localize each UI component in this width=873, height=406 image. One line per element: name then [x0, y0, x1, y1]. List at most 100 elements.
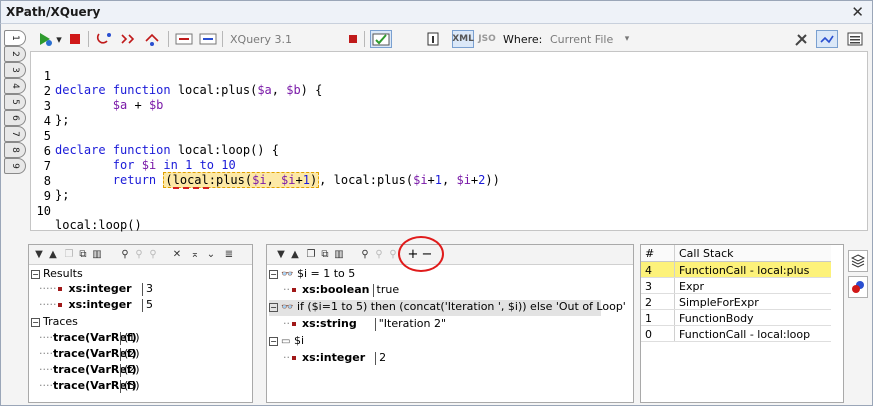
table-row[interactable]: 4 FunctionCall - local:plus [641, 262, 831, 278]
code-line: 4 [31, 100, 60, 128]
table-row[interactable]: 0 FunctionCall - local:loop [641, 326, 831, 342]
tree-group-results[interactable]: − Results [31, 267, 83, 283]
expand-icon[interactable]: ⌄ [205, 249, 217, 261]
list-item-value: (3) [117, 379, 140, 395]
tab-4[interactable]: 4 [4, 78, 26, 94]
tab-label: 4 [9, 83, 20, 89]
item-type: xs:integer [68, 282, 132, 295]
list-item[interactable]: ····· xs:integer [39, 298, 132, 314]
results-toolbar: ▼ ▲ ❐ ⧉ ▥ ⚲ ⚲ ⚲ ✕ ⌅ ⌄ ≣ [29, 245, 252, 265]
watch-expr-text: if ($i=1 to 5) then (concat('Iteration '… [296, 300, 626, 313]
table-header: # Call Stack [641, 245, 831, 262]
tab-5[interactable]: 5 [4, 94, 26, 110]
code-line: 6 for $i in 1 to 10 [31, 130, 236, 172]
item-value: (3) [124, 379, 140, 392]
tab-9[interactable]: 9 [4, 158, 26, 174]
breakpoints-icon[interactable] [848, 276, 868, 298]
tab-3[interactable]: 3 [4, 62, 26, 78]
language-dropdown-icon[interactable] [348, 30, 358, 48]
code-line: 8 }; [31, 160, 70, 202]
main-toolbar: ▾ XQuery 3.1 XML JSO Where: Current File… [30, 27, 870, 51]
code-line: 9 [31, 175, 60, 203]
text-view-icon[interactable] [426, 30, 440, 48]
tools-icon[interactable] [792, 30, 812, 48]
wrap-icon[interactable]: ≣ [223, 249, 235, 261]
arrow-down-icon[interactable]: ▼ [275, 249, 287, 261]
copy-all-icon[interactable]: ⧉ [77, 249, 89, 261]
clear-icon[interactable]: ✕ [171, 249, 183, 261]
copy-icon[interactable]: ❐ [305, 249, 317, 261]
watch-expression[interactable]: − ▭ $i [269, 334, 304, 350]
xml-toggle[interactable]: XML [452, 30, 474, 48]
table-row[interactable]: 3 Expr [641, 278, 831, 294]
row-num: 4 [645, 264, 652, 277]
arrow-up-icon[interactable]: ▲ [47, 249, 59, 261]
tab-label: 6 [9, 115, 20, 121]
tab-label: 3 [9, 67, 20, 73]
row-name: FunctionBody [679, 312, 754, 325]
stop-icon[interactable] [68, 30, 82, 48]
tree-group-traces[interactable]: − Traces [31, 315, 78, 331]
collapse-icon[interactable]: ⌅ [189, 249, 201, 261]
tracepoint-icon[interactable] [198, 30, 218, 48]
where-dropdown-icon[interactable]: ▾ [622, 30, 632, 48]
grid-icon[interactable]: ▥ [333, 249, 345, 261]
tab-2[interactable]: 2 [4, 46, 26, 62]
find-icon[interactable]: ⚲ [119, 249, 131, 261]
find-icon[interactable]: ⚲ [359, 249, 371, 261]
close-icon[interactable]: ✕ [851, 3, 864, 21]
arrow-up-icon[interactable]: ▲ [289, 249, 301, 261]
item-value: "Iteration 2" [378, 317, 447, 330]
list-item-value: 5 [139, 298, 153, 314]
where-select[interactable]: Current File [550, 33, 613, 46]
item-type: xs:boolean [302, 283, 370, 296]
row-name: FunctionCall - local:plus [679, 264, 810, 277]
step-into-icon[interactable] [94, 30, 114, 48]
arrow-down-icon[interactable]: ▼ [33, 249, 45, 261]
copy-all-icon[interactable]: ⧉ [319, 249, 331, 261]
column-header-callstack: Call Stack [679, 247, 734, 260]
tab-8[interactable]: 8 [4, 142, 26, 158]
watch-expression[interactable]: − 👓 $i = 1 to 5 [269, 267, 355, 283]
tab-1[interactable]: 1 [4, 30, 26, 46]
find-next-icon[interactable]: ⚲ [133, 249, 145, 261]
watch-expression[interactable]: − 👓 if ($i=1 to 5) then (concat('Iteratio… [269, 300, 626, 316]
copy-icon[interactable]: ❐ [63, 249, 75, 261]
step-over-icon[interactable] [118, 30, 138, 48]
code-line: 2 $a + $b [31, 70, 164, 112]
row-num: 2 [645, 296, 652, 309]
list-item-value: (2) [117, 347, 140, 363]
table-row[interactable]: 1 FunctionBody [641, 310, 831, 326]
table-row[interactable]: 2 SimpleForExpr [641, 294, 831, 310]
options-icon[interactable] [846, 30, 864, 48]
side-toolbar [846, 244, 870, 403]
list-item-value: (1) [117, 331, 140, 347]
tab-label: 2 [9, 51, 20, 57]
list-item[interactable]: ····· xs:integer [39, 282, 132, 298]
annotation-circle [398, 236, 444, 272]
debug-run-icon[interactable] [36, 30, 54, 48]
debugger-toggle-icon[interactable] [816, 30, 838, 48]
find-prev-icon[interactable]: ⚲ [147, 249, 159, 261]
item-value: true [376, 283, 400, 296]
toggle-output-icon[interactable] [370, 30, 392, 48]
callstack-panel: # Call Stack 4 FunctionCall - local:plus … [640, 244, 844, 403]
find-next-icon[interactable]: ⚲ [373, 249, 385, 261]
layers-icon[interactable] [848, 250, 868, 272]
query-editor[interactable]: 1 declare function local:plus($a, $b) { … [30, 51, 868, 232]
tab-6[interactable]: 6 [4, 110, 26, 126]
language-select[interactable]: XQuery 3.1 [230, 33, 292, 46]
run-dropdown-icon[interactable]: ▾ [54, 30, 64, 48]
row-name: Expr [679, 280, 704, 293]
breakpoint-icon[interactable] [174, 30, 194, 48]
row-name: FunctionCall - local:loop [679, 328, 811, 341]
tab-7[interactable]: 7 [4, 126, 26, 142]
item-value: (2) [124, 363, 140, 376]
json-toggle[interactable]: JSO [476, 30, 498, 48]
item-type: xs:integer [302, 351, 366, 364]
step-out-icon[interactable] [142, 30, 162, 48]
query-tabs: 1 2 3 4 5 6 7 8 9 [4, 30, 26, 178]
item-value: 5 [146, 298, 153, 311]
watch-toolbar: ▼ ▲ ❐ ⧉ ▥ ⚲ ⚲ ⚲ + − [267, 245, 633, 265]
grid-icon[interactable]: ▥ [91, 249, 103, 261]
